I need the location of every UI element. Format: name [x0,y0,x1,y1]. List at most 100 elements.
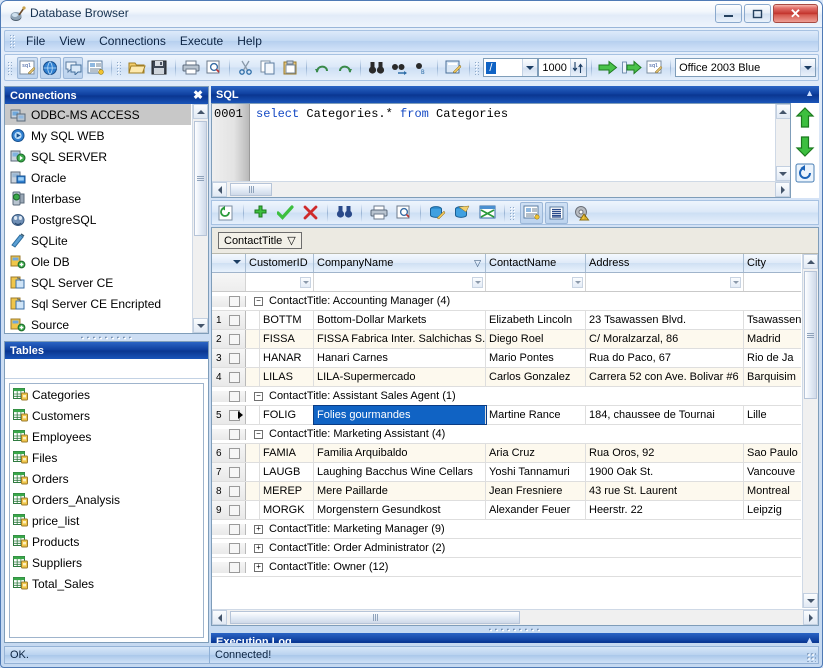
table-cell[interactable]: Rua Oros, 92 [586,444,744,462]
connection-item[interactable]: Source [5,314,191,333]
table-cell[interactable]: Leipzig [744,501,801,519]
export-excel-button[interactable] [476,202,499,224]
table-item[interactable]: Employees [10,426,203,447]
table-row[interactable]: 1BOTTMBottom-Dollar MarketsElizabeth Lin… [212,311,801,330]
table-cell[interactable]: Elizabeth Lincoln [486,311,586,329]
table-cell[interactable]: FOLIG [260,406,314,424]
grid-group-row[interactable]: +ContactTitle: Order Administrator (2) [212,539,801,558]
tables-list[interactable]: CategoriesCustomersEmployeesFilesOrdersO… [9,383,204,638]
expand-group-icon[interactable]: + [254,525,263,534]
scroll-thumb[interactable] [194,121,207,236]
table-item[interactable]: Suppliers [10,552,203,573]
table-cell[interactable]: MEREP [260,482,314,500]
execute-button[interactable] [597,57,619,79]
table-cell[interactable]: Barquisim [744,368,801,386]
connection-item[interactable]: Sql Server CE Encripted [5,293,191,314]
grid-filter-cell[interactable] [486,273,586,291]
table-row[interactable]: 8MEREPMere PaillardeJean Fresniere43 rue… [212,482,801,501]
row-limit-spinner[interactable]: 1000 [538,58,586,77]
properties-button[interactable] [85,57,106,79]
grid-column-header[interactable]: CustomerID [246,254,314,272]
table-cell[interactable]: Bottom-Dollar Markets [314,311,486,329]
table-cell[interactable]: Alexander Feuer [486,501,586,519]
edit-note-button[interactable] [443,57,464,79]
grid-scroll-right-button[interactable] [803,610,818,625]
table-cell[interactable]: Yoshi Tannamuri [486,463,586,481]
print-preview-button[interactable] [203,57,224,79]
save-button[interactable] [149,57,170,79]
expand-group-icon[interactable]: + [254,563,263,572]
table-cell[interactable]: Rua do Paco, 67 [586,349,744,367]
table-cell[interactable]: HANAR [260,349,314,367]
settings-warning-button[interactable]: ! [570,202,593,224]
table-cell[interactable]: BOTTM [260,311,314,329]
sql-scroll-right-button[interactable] [775,182,790,197]
filter-dropdown-icon[interactable] [472,277,483,288]
row-checkbox[interactable] [229,562,240,573]
connections-scrollbar[interactable] [192,104,208,333]
row-checkbox[interactable] [229,543,240,554]
table-cell[interactable]: Jean Fresniere [486,482,586,500]
grid-filter-cell[interactable] [314,273,486,291]
move-up-button[interactable] [795,107,815,129]
expand-group-icon[interactable]: + [254,544,263,553]
grid-filter-cell[interactable] [246,273,314,291]
grid-rows[interactable]: −ContactTitle: Accounting Manager (4)1BO… [212,292,801,608]
print-button[interactable] [181,57,202,79]
grid-group-row[interactable]: −ContactTitle: Assistant Sales Agent (1) [212,387,801,406]
table-item[interactable]: price_list [10,510,203,531]
column-layout-button[interactable] [520,202,543,224]
connection-item[interactable]: ODBC-MS ACCESS [5,104,191,125]
menu-file[interactable]: File [19,32,52,50]
row-checkbox[interactable] [229,391,240,402]
row-checkbox[interactable] [229,486,240,497]
execute-script-button[interactable]: sql [645,57,666,79]
table-cell[interactable]: Sao Paulo [744,444,801,462]
table-cell[interactable]: LAUGB [260,463,314,481]
comments-button[interactable] [63,57,84,79]
grid-select-all-header[interactable] [212,254,246,272]
sql-scroll-up-button[interactable] [776,104,791,119]
grid-column-header[interactable]: ContactName [486,254,586,272]
table-row[interactable]: 6FAMIAFamilia ArquibaldoAria CruzRua Oro… [212,444,801,463]
move-down-button[interactable] [795,135,815,157]
table-cell[interactable]: FAMIA [260,444,314,462]
chevron-down-icon[interactable] [233,260,241,264]
grid-toolbar-grip[interactable] [509,206,515,220]
connections-list[interactable]: ODBC-MS ACCESSMy SQL WEBSQL SERVEROracle… [5,104,208,333]
print-grid-button[interactable] [367,202,390,224]
sql-hscroll-thumb[interactable] [230,183,272,196]
table-item[interactable]: Products [10,531,203,552]
collapse-group-icon[interactable]: − [254,297,263,306]
table-cell[interactable]: C/ Moralzarzal, 86 [586,330,744,348]
table-cell[interactable]: 1900 Oak St. [586,463,744,481]
sql-vscrollbar[interactable] [775,104,790,181]
execute-all-button[interactable] [621,57,643,79]
maximize-button[interactable] [744,4,771,23]
menu-help[interactable]: Help [230,32,269,50]
table-cell[interactable]: FISSA Fabrica Inter. Salchichas S.A [314,330,486,348]
table-cell[interactable]: Tsawassen [744,311,801,329]
delete-record-button[interactable] [299,202,322,224]
find-record-button[interactable] [333,202,356,224]
connection-item[interactable]: SQL SERVER [5,146,191,167]
row-checkbox[interactable] [229,429,240,440]
row-checkbox[interactable] [229,524,240,535]
row-checkbox[interactable] [229,296,240,307]
table-cell[interactable]: Martine Rance [486,406,586,424]
table-row[interactable]: 5FOLIGFolies gourmandesMartine Rance184,… [212,406,801,425]
table-item[interactable]: Customers [10,405,203,426]
grid-hscrollbar[interactable] [212,609,818,625]
group-chip-contacttitle[interactable]: ContactTitle ▽ [218,232,302,249]
list-view-button[interactable] [545,202,568,224]
row-checkbox[interactable] [229,467,240,478]
theme-combo-arrow[interactable] [800,59,815,76]
redo-button[interactable] [335,57,356,79]
paste-button[interactable] [280,57,301,79]
table-cell[interactable]: Mere Paillarde [314,482,486,500]
row-checkbox[interactable] [229,372,240,383]
table-item[interactable]: Total_Sales [10,573,203,594]
table-cell[interactable]: LILAS [260,368,314,386]
table-cell[interactable]: Diego Roel [486,330,586,348]
table-cell[interactable]: Vancouve [744,463,801,481]
